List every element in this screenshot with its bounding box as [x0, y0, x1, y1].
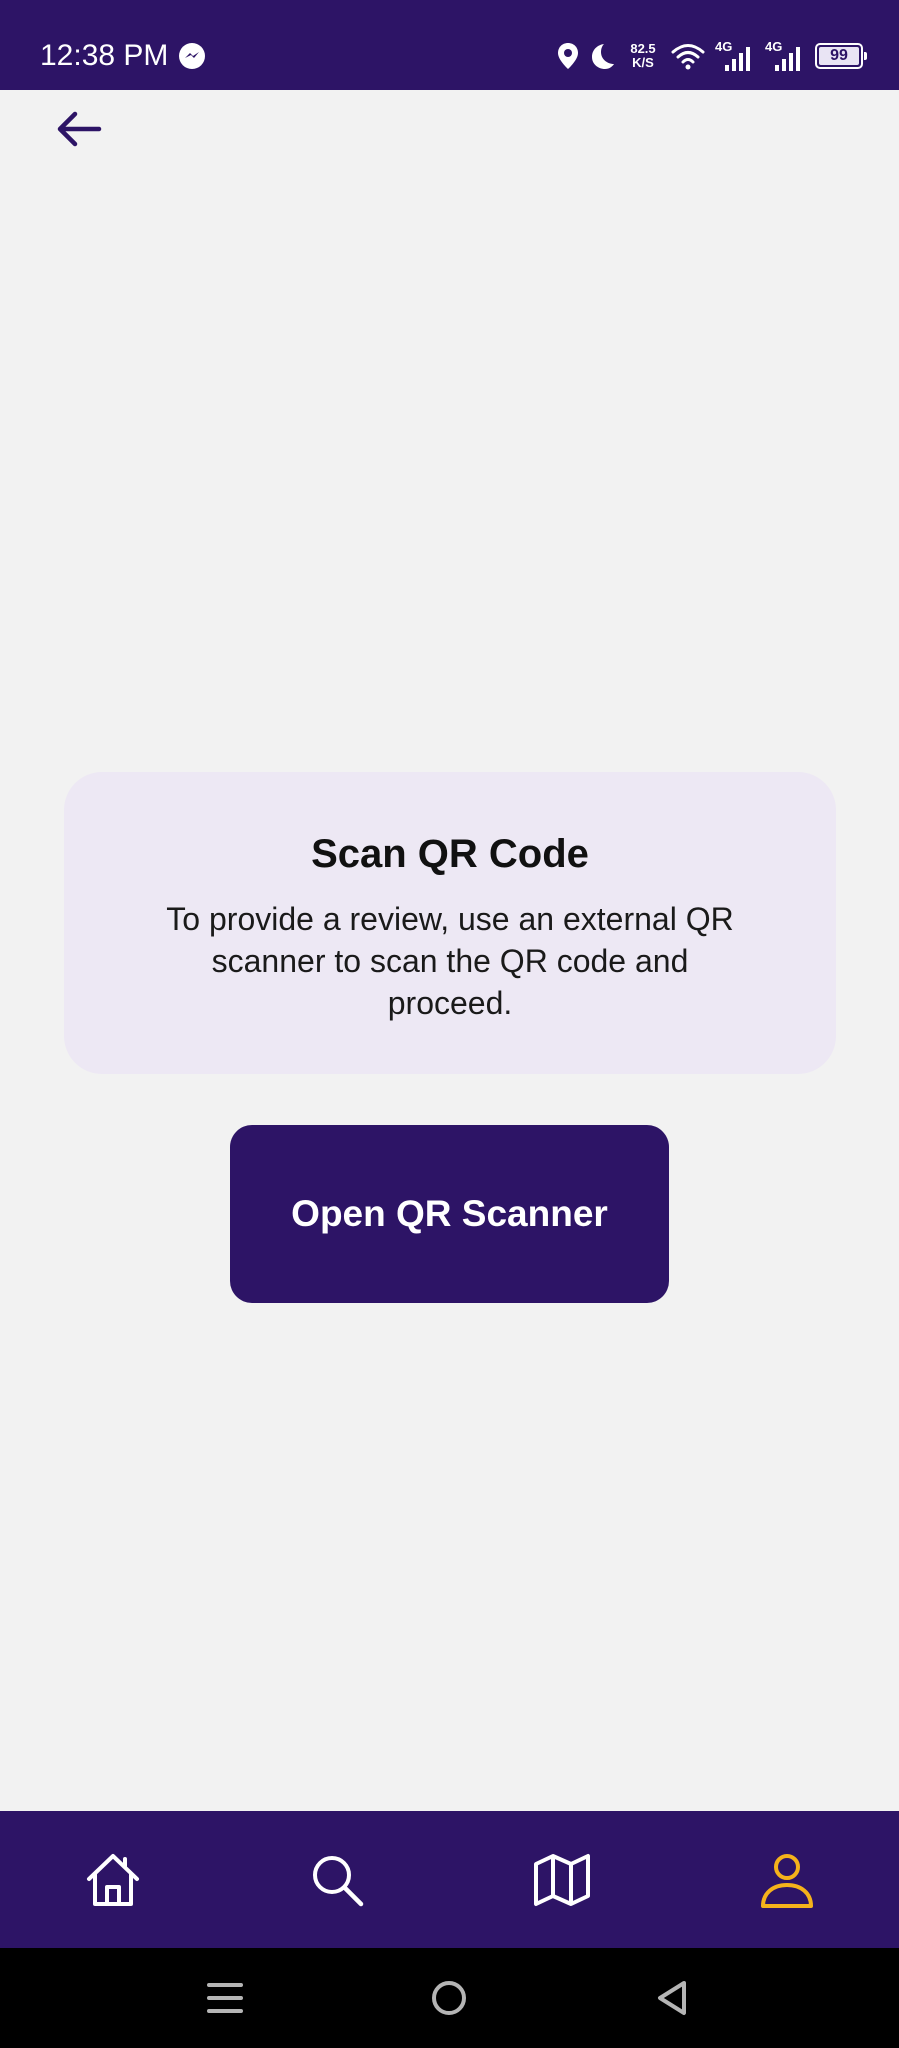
status-time: 12:38 PM [40, 39, 169, 72]
signal-bars-icon [725, 47, 750, 71]
nav-map[interactable] [502, 1811, 622, 1948]
home-icon [87, 1853, 139, 1906]
location-pin-icon [558, 43, 578, 69]
user-icon [761, 1853, 813, 1908]
search-icon [313, 1855, 364, 1906]
scan-qr-card: Scan QR Code To provide a review, use an… [64, 772, 836, 1074]
open-qr-scanner-button[interactable]: Open QR Scanner [230, 1125, 669, 1303]
system-nav-bar [0, 1948, 899, 2048]
triangle-back-icon [658, 1981, 686, 2015]
circle-home-icon [432, 1981, 466, 2015]
messenger-icon [179, 43, 205, 69]
signal-bars-icon [775, 47, 800, 71]
sim2-signal: 4G [765, 39, 805, 73]
back-nav-button[interactable] [642, 1968, 702, 2028]
status-bar: 12:38 PM 82.5 K/S 4G 4G 99 [0, 0, 899, 90]
map-icon [534, 1853, 590, 1906]
battery-icon: 99 [815, 43, 867, 69]
card-title: Scan QR Code [311, 832, 589, 876]
nav-search[interactable] [277, 1811, 397, 1948]
status-icons: 82.5 K/S 4G 4G 99 [557, 36, 867, 76]
bottom-nav [0, 1811, 899, 1948]
card-description: To provide a review, use an external QR … [166, 901, 734, 1021]
sim1-signal: 4G [715, 39, 755, 73]
wifi-icon [671, 44, 705, 70]
menu-lines-icon [207, 1983, 243, 2013]
battery-level: 99 [830, 47, 848, 64]
nav-home[interactable] [53, 1811, 173, 1948]
moon-icon [592, 44, 614, 69]
network-speed-unit: K/S [632, 55, 654, 70]
network-speed: 82.5 K/S [625, 42, 661, 70]
back-button[interactable] [50, 105, 108, 153]
arrow-left-icon [57, 111, 102, 147]
nav-profile[interactable] [727, 1811, 847, 1948]
home-button[interactable] [419, 1968, 479, 2028]
network-speed-value: 82.5 [630, 41, 656, 56]
recents-button[interactable] [195, 1968, 255, 2028]
